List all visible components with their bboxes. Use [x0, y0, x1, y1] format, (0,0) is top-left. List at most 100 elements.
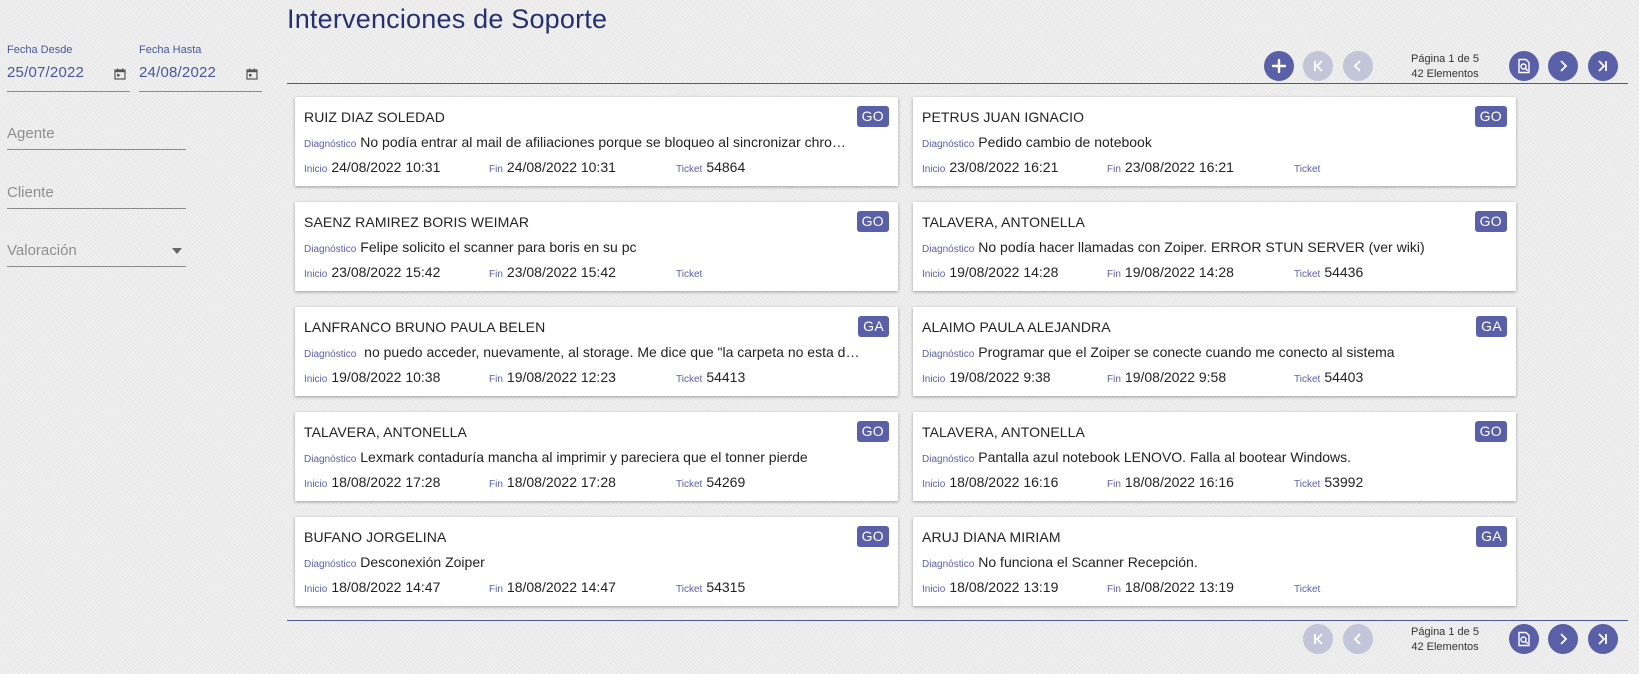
next-page-button[interactable]	[1548, 51, 1578, 81]
client-name: LANFRANCO BRUNO PAULA BELEN	[304, 319, 546, 335]
intervention-card[interactable]: TALAVERA, ANTONELLA GO Diagnóstico Lexmar…	[295, 412, 898, 501]
start-time: Inicio 18/08/2022 13:19	[922, 579, 1058, 597]
last-page-button[interactable]	[1588, 51, 1618, 81]
first-page-icon	[1314, 633, 1323, 645]
prev-page-button[interactable]	[1343, 624, 1373, 654]
end-time: Fin 23/08/2022 15:42	[489, 264, 616, 282]
valoracion-placeholder: Valoración	[7, 242, 77, 259]
agent-badge: GA	[858, 316, 889, 337]
end-value: 18/08/2022 17:28	[506, 474, 616, 490]
divider	[287, 620, 1628, 621]
start-label: Inicio	[922, 269, 946, 280]
agente-input[interactable]: Agente	[7, 120, 186, 150]
ticket: Ticket 53992	[1294, 474, 1363, 492]
agent-badge: GA	[1476, 316, 1507, 337]
client-name: TALAVERA, ANTONELLA	[922, 214, 1085, 230]
first-page-button[interactable]	[1303, 624, 1333, 654]
start-label: Inicio	[304, 479, 328, 490]
client-name: TALAVERA, ANTONELLA	[304, 424, 467, 440]
diagnosis-text: No funciona el Scanner Recepción.	[978, 554, 1198, 570]
chevron-right-icon	[1560, 60, 1568, 72]
end-label: Fin	[489, 374, 503, 385]
chevron-down-icon[interactable]	[172, 248, 182, 254]
divider	[287, 83, 1628, 84]
agent-badge: GA	[1476, 526, 1507, 547]
agent-badge: GO	[1474, 106, 1507, 127]
client-name: ALAIMO PAULA ALEJANDRA	[922, 319, 1111, 335]
diagnosis: Diagnóstico No podía hacer llamadas con Z…	[922, 239, 1486, 257]
start-time: Inicio 18/08/2022 16:16	[922, 474, 1058, 492]
ticket-label: Ticket	[676, 584, 703, 595]
first-page-button[interactable]	[1303, 51, 1333, 81]
diagnosis-text: No podía entrar al mail de afiliaciones …	[360, 134, 846, 150]
agent-badge: GO	[856, 211, 889, 232]
diagnosis-label: Diagnóstico	[922, 139, 975, 150]
ticket-label: Ticket	[1294, 269, 1321, 280]
last-page-button[interactable]	[1588, 624, 1618, 654]
end-label: Fin	[1107, 164, 1121, 175]
intervention-card[interactable]: LANFRANCO BRUNO PAULA BELEN GA Diagnósti…	[295, 307, 898, 396]
ticket: Ticket 54436	[1294, 264, 1363, 282]
prev-page-button[interactable]	[1343, 51, 1373, 81]
cliente-input[interactable]: Cliente	[7, 179, 186, 209]
search-page-button[interactable]	[1509, 51, 1539, 81]
next-page-button[interactable]	[1548, 624, 1578, 654]
ticket: Ticket 54315	[676, 579, 745, 597]
ticket-value: 53992	[1324, 474, 1364, 490]
intervention-card[interactable]: TALAVERA, ANTONELLA GO Diagnóstico Pantal…	[913, 412, 1516, 501]
element-count: 42 Elementos	[1411, 68, 1479, 80]
intervention-card[interactable]: ALAIMO PAULA ALEJANDRA GA Diagnóstico Pro…	[913, 307, 1516, 396]
search-page-button[interactable]	[1509, 624, 1539, 654]
start-label: Inicio	[304, 164, 328, 175]
end-value: 19/08/2022 12:23	[506, 369, 616, 385]
start-time: Inicio 19/08/2022 10:38	[304, 369, 440, 387]
start-value: 18/08/2022 16:16	[949, 474, 1059, 490]
page-number: Página 1 de 5	[1411, 626, 1479, 638]
pagination-top: Página 1 de 5 42 Elementos	[0, 49, 1639, 83]
end-label: Fin	[489, 164, 503, 175]
end-label: Fin	[1107, 479, 1121, 490]
ticket-label: Ticket	[1294, 164, 1321, 175]
intervention-card[interactable]: RUIZ DIAZ SOLEDAD GO Diagnóstico No podía…	[295, 97, 898, 186]
client-name: PETRUS JUAN IGNACIO	[922, 109, 1085, 125]
ticket-value: 54269	[706, 474, 746, 490]
ticket: Ticket 54864	[676, 159, 745, 177]
start-value: 23/08/2022 15:42	[331, 264, 441, 280]
start-value: 18/08/2022 17:28	[331, 474, 441, 490]
ticket-label: Ticket	[1294, 584, 1321, 595]
ticket-value: 54436	[1324, 264, 1364, 280]
diagnosis: Diagnóstico Desconexión Zoiper	[304, 554, 868, 572]
valoracion-select[interactable]: Valoración	[7, 237, 186, 267]
diagnosis-label: Diagnóstico	[304, 139, 357, 150]
intervention-card[interactable]: TALAVERA, ANTONELLA GO Diagnóstico No pod…	[913, 202, 1516, 291]
chevron-right-icon	[1560, 633, 1568, 645]
diagnosis-text: Programar que el Zoiper se conecte cuand…	[978, 344, 1395, 360]
diagnosis-text: no puedo acceder, nuevamente, al storage…	[360, 344, 860, 360]
start-time: Inicio 18/08/2022 14:47	[304, 579, 440, 597]
client-name: BUFANO JORGELINA	[304, 529, 447, 545]
page-info: Página 1 de 5 42 Elementos	[1400, 52, 1490, 82]
chevron-left-icon	[1353, 633, 1361, 645]
start-label: Inicio	[304, 584, 328, 595]
ticket-value: 54403	[1324, 369, 1364, 385]
start-value: 18/08/2022 14:47	[331, 579, 441, 595]
client-name: ARUJ DIANA MIRIAM	[922, 529, 1061, 545]
diagnosis-label: Diagnóstico	[922, 244, 975, 255]
ticket-value: 54413	[706, 369, 746, 385]
ticket-label: Ticket	[676, 164, 703, 175]
intervention-card[interactable]: SAENZ RAMIREZ BORIS WEIMAR GO Diagnóstic…	[295, 202, 898, 291]
diagnosis-text: No podía hacer llamadas con Zoiper. ERRO…	[978, 239, 1425, 255]
start-time: Inicio 19/08/2022 9:38	[922, 369, 1051, 387]
end-value: 18/08/2022 14:47	[506, 579, 616, 595]
agent-badge: GO	[856, 106, 889, 127]
chevron-left-icon	[1353, 60, 1361, 72]
agent-badge: GO	[1474, 421, 1507, 442]
end-label: Fin	[489, 269, 503, 280]
end-value: 24/08/2022 10:31	[506, 159, 616, 175]
intervention-card[interactable]: ARUJ DIANA MIRIAM GA Diagnóstico No funci…	[913, 517, 1516, 606]
add-button[interactable]	[1264, 51, 1294, 81]
diagnosis: Diagnóstico Programar que el Zoiper se co…	[922, 344, 1486, 362]
diagnosis: Diagnóstico Pantalla azul notebook LENOVO…	[922, 449, 1486, 467]
intervention-card[interactable]: PETRUS JUAN IGNACIO GO Diagnóstico Pedido…	[913, 97, 1516, 186]
intervention-card[interactable]: BUFANO JORGELINA GO Diagnóstico Desconexi…	[295, 517, 898, 606]
